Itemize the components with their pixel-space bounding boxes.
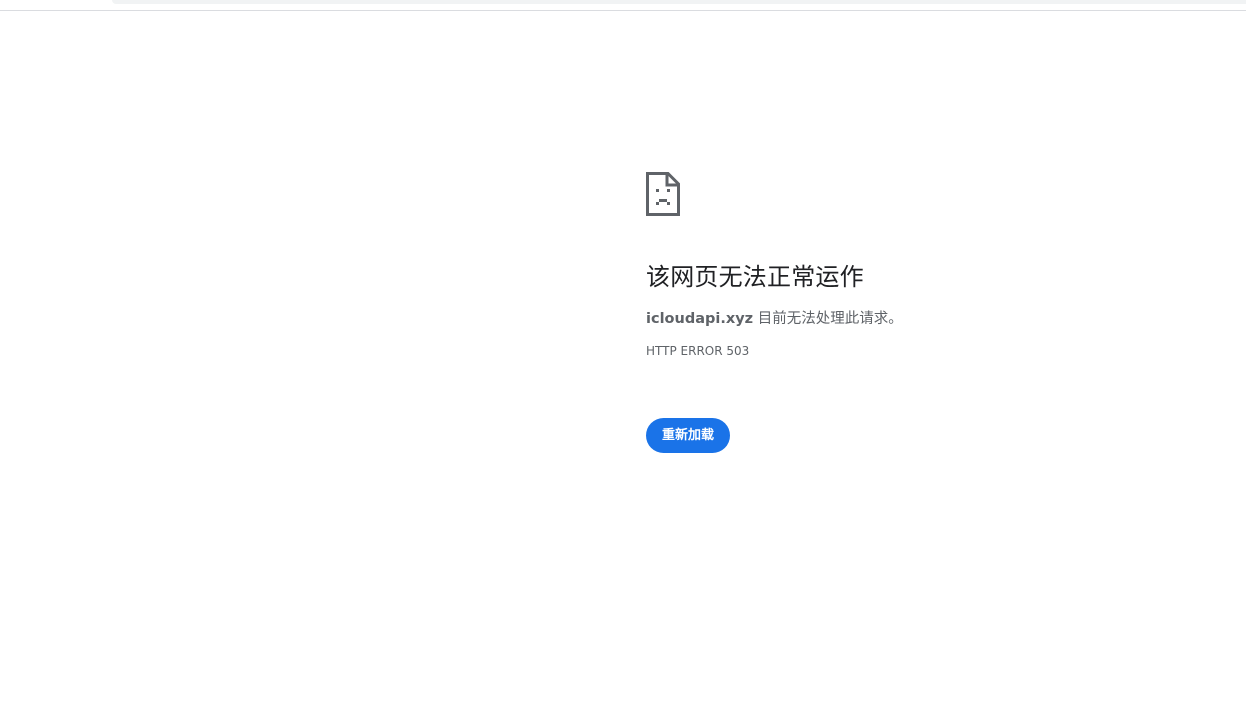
error-host: icloudapi.xyz (646, 311, 754, 327)
address-bar[interactable] (112, 0, 1246, 4)
error-code: HTTP ERROR 503 (646, 344, 750, 358)
error-title: 该网页无法正常运作 (646, 263, 864, 291)
reload-button[interactable]: 重新加载 (646, 418, 731, 453)
error-content: 该网页无法正常运作 icloudapi.xyz 目前无法处理此请求。 HTTP … (646, 172, 1206, 453)
error-message: icloudapi.xyz 目前无法处理此请求。 (646, 309, 1206, 329)
sad-page-icon (646, 172, 680, 216)
browser-top-edge (0, 0, 1246, 11)
error-message-text: 目前无法处理此请求。 (753, 311, 903, 327)
